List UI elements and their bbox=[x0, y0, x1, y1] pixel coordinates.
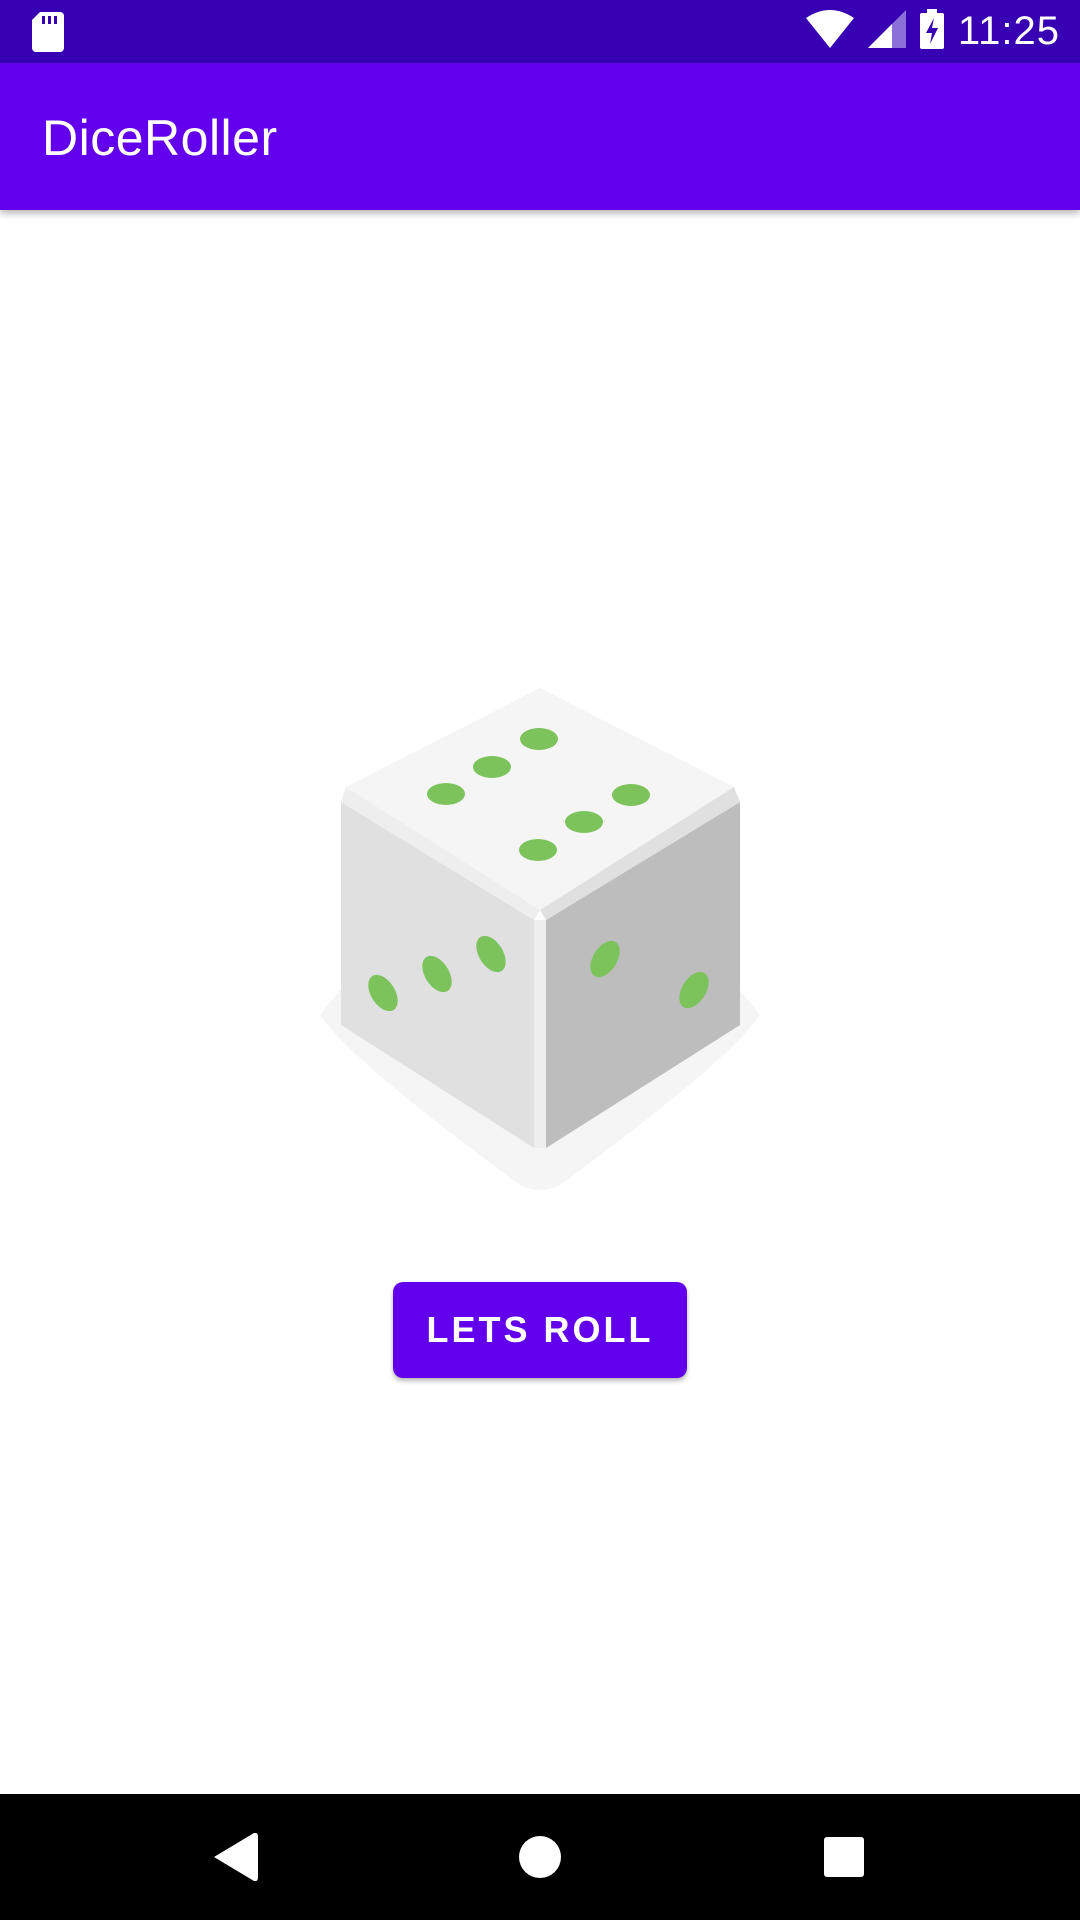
dice-image bbox=[300, 680, 780, 1200]
home-button[interactable] bbox=[504, 1821, 576, 1893]
navigation-bar bbox=[0, 1794, 1080, 1920]
status-time: 11:25 bbox=[957, 9, 1060, 53]
app-bar: DiceRoller bbox=[0, 63, 1080, 210]
app-title: DiceRoller bbox=[42, 110, 278, 166]
signal-icon bbox=[867, 10, 906, 53]
dice-icon bbox=[320, 688, 760, 1190]
back-button[interactable] bbox=[200, 1821, 272, 1893]
battery-charging-icon bbox=[919, 9, 944, 54]
roll-button[interactable]: LETS ROLL bbox=[393, 1282, 687, 1378]
wifi-icon bbox=[805, 10, 854, 53]
recents-icon bbox=[824, 1837, 864, 1877]
status-bar: 11:25 bbox=[0, 0, 1080, 63]
home-icon bbox=[519, 1836, 561, 1878]
back-icon bbox=[214, 1833, 258, 1881]
status-icons: 11:25 bbox=[805, 0, 1060, 63]
sd-card-icon bbox=[32, 12, 64, 52]
screen: 11:25 DiceRoller LETS ROLL bbox=[0, 0, 1080, 1920]
recents-button[interactable] bbox=[808, 1821, 880, 1893]
